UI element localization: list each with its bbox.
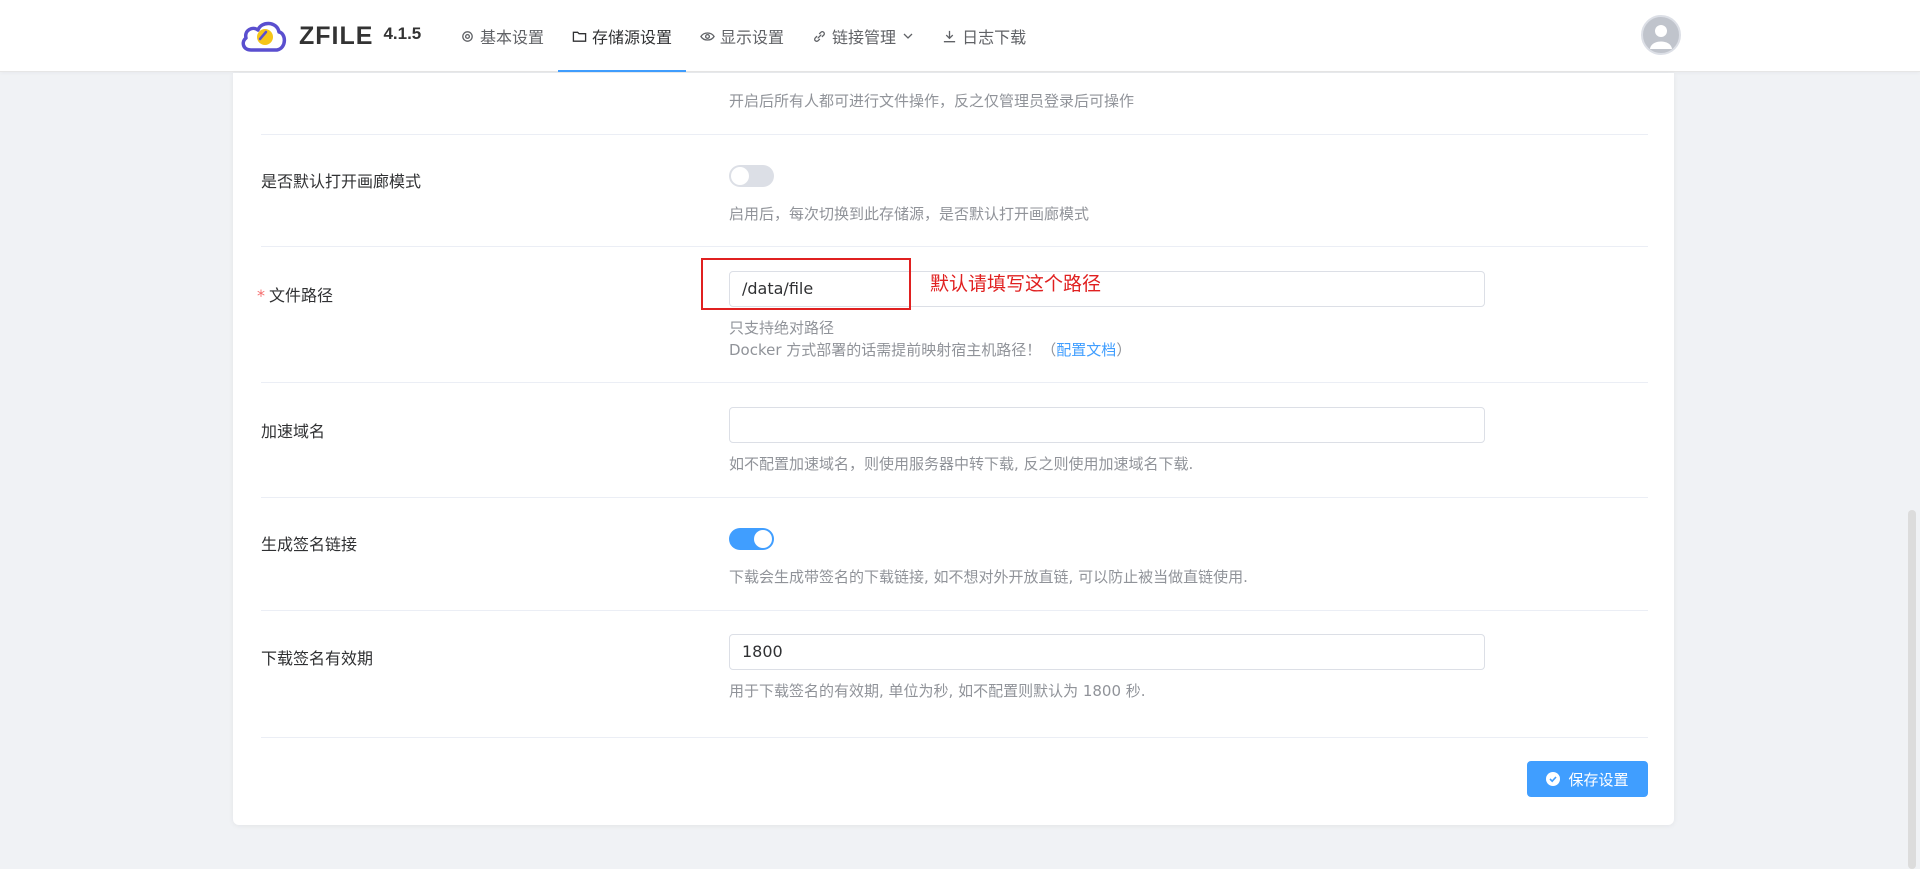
config-doc-link[interactable]: 配置文档 <box>1056 341 1116 359</box>
brand-name: ZFILE <box>299 21 374 50</box>
sign-link-hint: 下载会生成带签名的下载链接, 如不想对外开放直链, 可以防止被当做直链使用. <box>729 568 1248 586</box>
user-avatar[interactable] <box>1641 15 1681 55</box>
sign-link-switch[interactable] <box>729 528 774 550</box>
brand-logo[interactable]: ZFILE 4.1.5 <box>239 14 421 58</box>
switch-knob <box>731 167 749 185</box>
download-icon <box>943 30 956 42</box>
top-header: ZFILE 4.1.5 基本设置 存储源设置 显示设置 链接管理 日志下载 <box>0 0 1920 72</box>
main-nav: 基本设置 存储源设置 显示设置 链接管理 日志下载 <box>446 0 1040 72</box>
chevron-down-icon <box>903 33 913 39</box>
nav-item-log-download[interactable]: 日志下载 <box>928 0 1040 72</box>
divider <box>261 737 1648 738</box>
file-path-hint: 只支持绝对路径 <box>729 319 835 337</box>
sign-expire-hint: 用于下载签名的有效期, 单位为秒, 如不配置则默认为 1800 秒. <box>729 682 1146 700</box>
check-circle-icon <box>1546 772 1561 786</box>
save-button-label: 保存设置 <box>1568 770 1629 789</box>
file-path-label: * 文件路径 <box>257 282 333 306</box>
file-operation-hint: 开启后所有人都可进行文件操作，反之仅管理员登录后可操作 <box>729 92 1135 110</box>
required-mark: * <box>257 286 265 305</box>
eye-icon <box>700 31 715 41</box>
docker-hint-text: Docker 方式部署的话需提前映射宿主机路径！（ <box>729 341 1057 359</box>
highlight-box <box>701 258 911 310</box>
page-scrollbar[interactable] <box>1908 510 1916 869</box>
nav-label: 日志下载 <box>962 28 1027 47</box>
folder-icon <box>572 31 587 42</box>
nav-item-basic-settings[interactable]: 基本设置 <box>446 0 558 72</box>
sign-link-label: 生成签名链接 <box>261 535 358 554</box>
user-icon <box>1650 25 1672 49</box>
file-path-label-text: 文件路径 <box>269 286 334 305</box>
divider <box>261 246 1648 247</box>
docker-hint-close: ） <box>1116 341 1132 359</box>
nav-label: 显示设置 <box>720 28 785 47</box>
nav-label: 链接管理 <box>832 28 897 47</box>
path-annotation: 默认请填写这个路径 <box>930 273 1102 295</box>
gear-icon <box>462 30 473 42</box>
divider <box>261 134 1648 135</box>
save-settings-button[interactable]: 保存设置 <box>1527 761 1648 797</box>
divider <box>261 610 1648 611</box>
version-label: 4.1.5 <box>383 24 422 43</box>
gallery-mode-hint: 启用后，每次切换到此存储源，是否默认打开画廊模式 <box>729 205 1090 223</box>
nav-item-storage-settings[interactable]: 存储源设置 <box>558 0 687 72</box>
accelerate-domain-input[interactable] <box>729 407 1485 443</box>
gallery-mode-switch[interactable] <box>729 165 774 187</box>
gallery-mode-label: 是否默认打开画廊模式 <box>261 172 422 191</box>
cloud-logo-icon <box>241 21 287 52</box>
accelerate-domain-hint: 如不配置加速域名，则使用服务器中转下载, 反之则使用加速域名下载. <box>729 455 1194 473</box>
sign-expire-label: 下载签名有效期 <box>261 649 374 668</box>
nav-label: 基本设置 <box>480 28 545 47</box>
divider <box>261 382 1648 383</box>
nav-item-display-settings[interactable]: 显示设置 <box>686 0 798 72</box>
nav-item-link-management[interactable]: 链接管理 <box>798 0 928 72</box>
accelerate-domain-label: 加速域名 <box>261 422 326 441</box>
storage-settings-form: 开启后所有人都可进行文件操作，反之仅管理员登录后可操作 是否默认打开画廊模式 启… <box>233 73 1674 825</box>
sign-expire-input[interactable]: 1800 <box>729 634 1485 670</box>
switch-knob <box>754 530 772 548</box>
docker-path-hint: Docker 方式部署的话需提前映射宿主机路径！（配置文档） <box>729 339 1131 360</box>
nav-label: 存储源设置 <box>592 28 673 47</box>
divider <box>261 497 1648 498</box>
link-icon <box>814 30 825 42</box>
